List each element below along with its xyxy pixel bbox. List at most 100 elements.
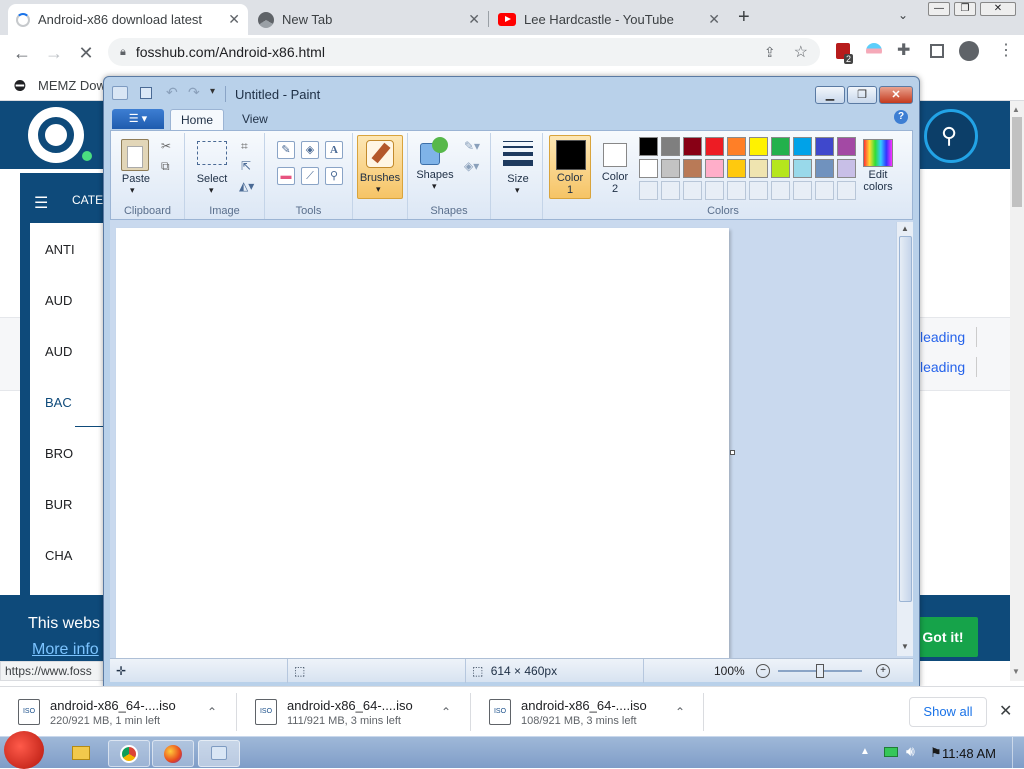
category-item[interactable]: AUD [45, 293, 72, 308]
scroll-up-icon[interactable]: ▲ [1012, 105, 1020, 114]
custom-color-slot[interactable] [705, 181, 724, 200]
show-desktop-button[interactable] [1012, 737, 1024, 769]
fill-icon[interactable]: ◈ [301, 141, 319, 159]
maximize-button[interactable]: ❐ [847, 86, 877, 104]
palette-swatch[interactable] [793, 159, 812, 178]
chevron-up-icon[interactable]: ⌃ [675, 705, 685, 719]
chevron-up-icon[interactable]: ⌃ [207, 705, 217, 719]
edit-colors-label[interactable]: colors [857, 181, 899, 193]
start-button-angry-bird-icon[interactable] [4, 731, 44, 769]
palette-swatch[interactable] [815, 137, 834, 156]
brushes-button[interactable]: Brushes ▾ [357, 135, 403, 199]
palette-swatch[interactable] [661, 159, 680, 178]
resize-icon[interactable]: ⇱ [241, 159, 251, 173]
palette-swatch[interactable] [727, 159, 746, 178]
taskbar-firefox[interactable] [152, 740, 194, 767]
edit-colors-icon[interactable] [863, 139, 893, 167]
close-tab-icon[interactable]: ✕ [228, 11, 240, 28]
bookmark-memz[interactable]: MEMZ Dow [38, 78, 106, 93]
palette-swatch[interactable] [837, 159, 856, 178]
help-icon[interactable]: ? [894, 110, 908, 124]
show-all-button[interactable]: Show all [909, 697, 987, 727]
palette-swatch[interactable] [705, 137, 724, 156]
tab-home[interactable]: Home [170, 109, 225, 130]
back-icon[interactable]: ← [10, 41, 34, 65]
category-item[interactable]: AUD [45, 344, 72, 359]
palette-swatch[interactable] [661, 137, 680, 156]
zoom-slider-thumb[interactable] [816, 664, 824, 678]
custom-color-slot[interactable] [661, 181, 680, 200]
outline-icon[interactable]: ✎▾ [464, 139, 480, 153]
size-icon[interactable] [503, 141, 533, 166]
tab-search-icon[interactable]: ⌄ [898, 8, 908, 22]
rotate-icon[interactable]: ◭▾ [239, 179, 254, 193]
category-item[interactable]: ANTI [45, 242, 75, 257]
palette-swatch[interactable] [749, 159, 768, 178]
palette-swatch[interactable] [639, 159, 658, 178]
select-icon[interactable] [197, 141, 227, 165]
extensions-puzzle-icon[interactable]: ✚ [897, 40, 910, 60]
category-item[interactable]: BUR [45, 497, 72, 512]
text-icon[interactable]: A [325, 141, 343, 159]
tab-view[interactable]: View [232, 109, 278, 130]
more-info-link[interactable]: More info [32, 641, 99, 659]
category-item[interactable]: BRO [45, 446, 73, 461]
new-tab-icon[interactable]: + [738, 6, 750, 29]
side-panel-icon[interactable] [930, 44, 944, 58]
custom-color-slot[interactable] [793, 181, 812, 200]
minimize-icon[interactable]: — [928, 2, 950, 16]
volume-icon[interactable]: 🔊︎ [906, 743, 915, 760]
share-icon[interactable]: ⇪ [764, 44, 776, 61]
tab-android-x86[interactable]: Android-x86 download latest ✕ [8, 4, 248, 35]
color-picker-icon[interactable]: ⟋ [301, 167, 319, 185]
palette-swatch[interactable] [771, 137, 790, 156]
restore-icon[interactable]: ❐ [954, 2, 976, 16]
edit-colors-label[interactable]: Edit [857, 169, 899, 181]
palette-swatch[interactable] [749, 137, 768, 156]
resize-handle[interactable] [730, 450, 735, 455]
close-window-icon[interactable]: ✕ [980, 2, 1016, 16]
custom-color-slot[interactable] [815, 181, 834, 200]
custom-color-slot[interactable] [683, 181, 702, 200]
quick-access-dropdown-icon[interactable]: ▾ [210, 86, 215, 97]
category-item[interactable]: BAC [45, 395, 72, 410]
undo-icon[interactable]: ↶ [166, 84, 178, 101]
taskbar-explorer[interactable] [64, 740, 106, 767]
network-icon[interactable] [884, 747, 898, 757]
palette-swatch[interactable] [837, 137, 856, 156]
eraser-icon[interactable]: ▬ [277, 167, 295, 185]
minimize-button[interactable]: ▁ [815, 86, 845, 104]
profile-avatar-icon[interactable] [959, 41, 979, 61]
scrollbar-thumb[interactable] [899, 236, 912, 602]
chevron-up-icon[interactable]: ⌃ [441, 705, 451, 719]
shapes-label[interactable]: Shapes [410, 169, 460, 181]
bookmark-star-icon[interactable]: ☆ [794, 42, 808, 62]
drawing-canvas[interactable] [116, 228, 729, 658]
custom-color-slot[interactable] [837, 181, 856, 200]
paste-icon[interactable] [121, 139, 149, 171]
zoom-out-button[interactable]: − [756, 664, 770, 678]
download-item[interactable]: ISO android-x86_64-....iso 111/921 MB, 3 … [237, 687, 469, 737]
scroll-down-icon[interactable]: ▼ [1012, 667, 1020, 676]
page-scrollbar[interactable]: ▲ ▼ [1010, 101, 1024, 681]
size-label[interactable]: Size [493, 173, 543, 185]
download-item[interactable]: ISO android-x86_64-....iso 220/921 MB, 1 … [0, 687, 235, 737]
file-menu-button[interactable]: ☰ ▾ [112, 109, 164, 129]
flag-icon[interactable]: ⚑ [930, 745, 942, 761]
menu-kebab-icon[interactable]: ⋮ [998, 40, 1014, 60]
scroll-up-icon[interactable]: ▲ [901, 224, 909, 233]
taskbar-chrome[interactable] [108, 740, 150, 767]
download-item[interactable]: ISO android-x86_64-....iso 108/921 MB, 3 … [471, 687, 703, 737]
show-hidden-icons[interactable]: ▲ [860, 746, 870, 757]
site-logo[interactable] [28, 107, 84, 163]
custom-color-slot[interactable] [727, 181, 746, 200]
canvas-scrollbar[interactable]: ▲ ▼ [896, 222, 913, 656]
custom-color-slot[interactable] [749, 181, 768, 200]
select-dropdown-icon[interactable]: ▾ [209, 185, 214, 196]
scroll-down-icon[interactable]: ▼ [901, 642, 909, 651]
shapes-dropdown-icon[interactable]: ▾ [432, 181, 437, 192]
copy-icon[interactable]: ⧉ [161, 159, 170, 174]
size-dropdown-icon[interactable]: ▾ [515, 185, 520, 196]
palette-swatch[interactable] [683, 137, 702, 156]
redo-icon[interactable]: ↷ [188, 84, 200, 101]
